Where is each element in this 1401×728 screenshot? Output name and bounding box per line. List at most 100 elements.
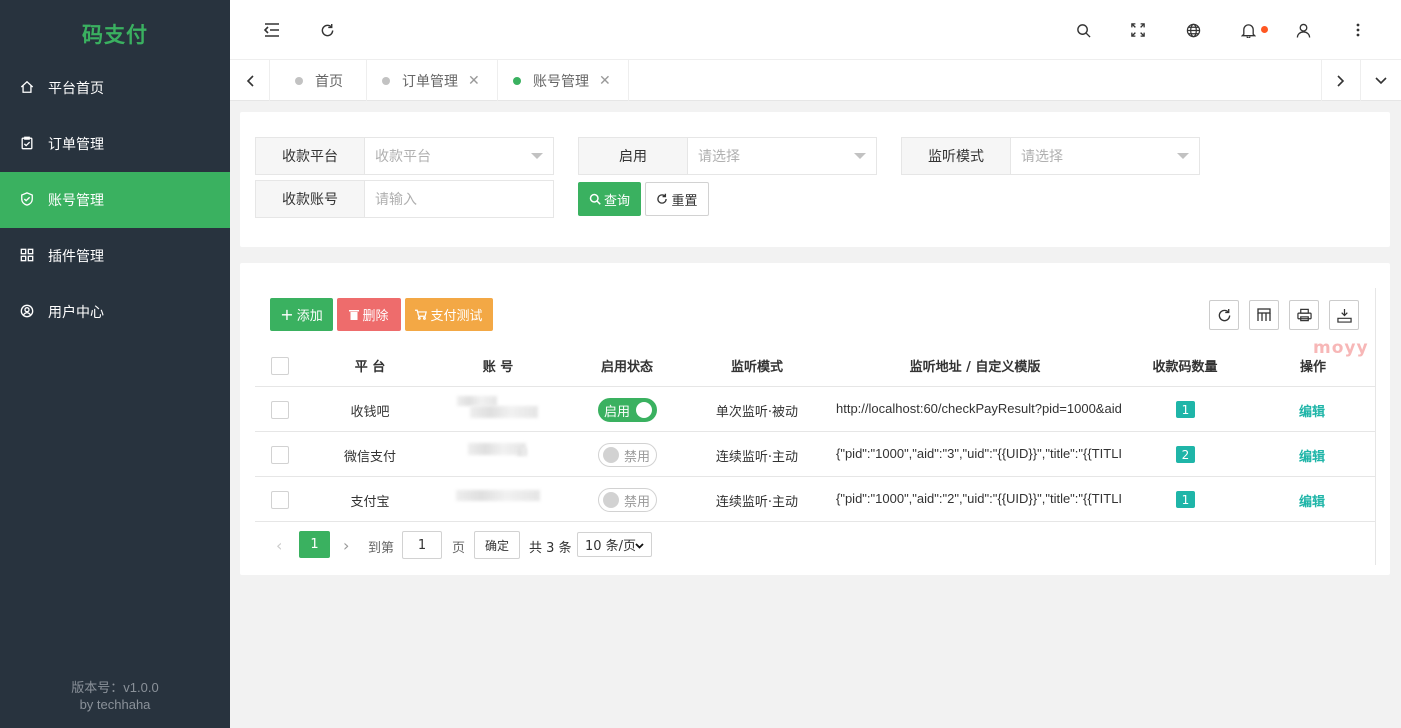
sidebar-item-accounts[interactable]: 账号管理 (0, 172, 230, 228)
table-refresh-button[interactable] (1209, 300, 1239, 330)
column-header-mode: 监听模式 (730, 359, 783, 375)
edit-link[interactable]: 编辑 (1299, 446, 1325, 465)
column-header-platform: 平 台 (354, 359, 386, 375)
table-header-row: 平 台 账 号 启用状态 监听模式 监听地址 / 自定义模版 收款码数量 操作 … (255, 338, 1375, 387)
search-icon (589, 193, 601, 205)
status-toggle[interactable]: 禁用 (598, 488, 657, 512)
pay-test-button[interactable]: 支付测试 (405, 298, 493, 331)
enabled-select[interactable]: 请选择 (688, 138, 876, 174)
address-cell: http://localhost:60/checkPayResult?pid=1… (836, 401, 1122, 416)
platform-cell: 支付宝 (350, 495, 390, 510)
row-checkbox[interactable] (271, 401, 289, 419)
edit-link[interactable]: 编辑 (1299, 401, 1325, 420)
refresh-icon (657, 193, 668, 204)
count-badge: 1 (1176, 401, 1195, 418)
close-icon[interactable]: ✕ (468, 73, 480, 89)
search-icon[interactable] (1073, 20, 1093, 40)
button-label: 重置 (671, 193, 698, 209)
tabs-scroll-right-icon[interactable] (1321, 60, 1361, 101)
platform-select[interactable]: 收款平台 (365, 138, 553, 174)
edit-link[interactable]: 编辑 (1299, 491, 1325, 510)
more-vertical-icon[interactable] (1348, 20, 1368, 40)
sidebar-item-orders[interactable]: 订单管理 (0, 116, 230, 172)
tab-label: 账号管理 (533, 73, 589, 90)
prev-page-icon[interactable]: ‹ (276, 536, 282, 555)
watermark: moyy (1313, 338, 1369, 358)
row-checkbox[interactable] (271, 446, 289, 464)
button-label: 支付测试 (430, 309, 483, 324)
input-placeholder: 请输入 (375, 192, 417, 208)
button-label: 确定 (484, 538, 509, 553)
select-all-checkbox[interactable] (271, 357, 289, 375)
sidebar-menu: 平台首页订单管理 账号管理 插件管理 用户中心 (0, 60, 230, 340)
tab-label: 订单管理 (402, 73, 458, 90)
user-circle-icon (20, 304, 36, 320)
next-page-icon[interactable]: › (343, 536, 349, 555)
menu-fold-icon[interactable] (262, 20, 282, 40)
mode-select[interactable]: 请选择 (1011, 138, 1199, 174)
tab-home[interactable]: 首页 (270, 60, 367, 101)
status-toggle[interactable]: 禁用 (598, 443, 657, 467)
version-text: 版本号：v1.0.0 (71, 680, 159, 695)
mode-cell: 单次监听·被动 (715, 405, 799, 420)
tabs-scroll-left-icon[interactable] (230, 60, 270, 101)
select-value: 10 条/页 (585, 539, 637, 554)
mode-filter[interactable]: 监听模式 请选择 (901, 137, 1200, 175)
fullscreen-icon[interactable] (1128, 20, 1148, 40)
tab-accounts[interactable]: 账号管理 ✕ (498, 60, 629, 101)
export-button[interactable] (1329, 300, 1359, 330)
sidebar-item-label: 平台首页 (48, 81, 104, 97)
tab-label: 首页 (315, 73, 343, 90)
address-cell: {"pid":"1000","aid":"2","uid":"{{UID}}",… (836, 491, 1122, 506)
column-header-status: 启用状态 (600, 359, 653, 375)
accounts-table-panel: + 添加 删除 支付测试 平 台 账 号 启用状态 监听模式 监听地址 / 自定… (240, 263, 1390, 575)
select-placeholder: 请选择 (1021, 149, 1063, 165)
toggle-label: 禁用 (624, 449, 651, 465)
select-placeholder: 请选择 (698, 149, 740, 165)
enabled-filter[interactable]: 启用 请选择 (578, 137, 877, 175)
platform-filter[interactable]: 收款平台 收款平台 (255, 137, 554, 175)
page-1-button[interactable]: 1 (299, 531, 330, 558)
confirm-page-button[interactable]: 确定 (474, 531, 520, 559)
button-label: 删除 (362, 309, 389, 324)
sidebar-item-user-center[interactable]: 用户中心 (0, 284, 230, 340)
close-icon[interactable]: ✕ (599, 73, 611, 89)
search-button[interactable]: 查询 (578, 182, 641, 216)
page-number: 1 (310, 537, 319, 552)
caret-down-icon (854, 153, 866, 159)
caret-down-icon (531, 153, 543, 159)
grid-icon (20, 248, 36, 264)
add-button[interactable]: + 添加 (270, 298, 333, 331)
globe-icon[interactable] (1183, 20, 1203, 40)
refresh-icon[interactable] (317, 20, 337, 40)
reset-button[interactable]: 重置 (645, 182, 709, 216)
bell-icon[interactable] (1238, 20, 1268, 40)
redacted-account (457, 396, 497, 406)
account-filter[interactable]: 收款账号 请输入 (255, 180, 554, 218)
page-label: 页 (452, 541, 466, 556)
account-input[interactable]: 请输入 (365, 181, 553, 217)
tabs-dropdown-icon[interactable] (1361, 60, 1401, 101)
delete-button[interactable]: 删除 (337, 298, 401, 331)
clipboard-icon (20, 136, 36, 152)
tab-orders[interactable]: 订单管理 ✕ (367, 60, 498, 101)
tab-dot (295, 76, 303, 85)
status-toggle[interactable]: 启用 (598, 398, 657, 422)
platform-cell: 收钱吧 (350, 405, 390, 420)
column-filter-button[interactable] (1249, 300, 1279, 330)
goto-page-input[interactable]: 1 (402, 531, 442, 559)
sidebar: 码支付 平台首页 订单管理 账号管理 插件管理 用户中心 版本号：v1.0.0 by t… (0, 0, 230, 728)
row-checkbox[interactable] (271, 491, 289, 509)
sidebar-item-plugins[interactable]: 插件管理 (0, 228, 230, 284)
select-placeholder: 收款平台 (375, 149, 431, 165)
field-label: 收款平台 (256, 138, 365, 174)
print-button[interactable] (1289, 300, 1319, 330)
print-icon (1296, 308, 1312, 322)
mode-cell: 连续监听·主动 (715, 495, 799, 510)
tab-dot (382, 76, 390, 85)
toggle-knob (603, 447, 619, 463)
tab-dot (513, 76, 521, 85)
sidebar-item-home[interactable]: 平台首页 (0, 60, 230, 116)
user-icon[interactable] (1293, 20, 1313, 40)
page-size-select[interactable]: 10 条/页 (577, 532, 652, 557)
